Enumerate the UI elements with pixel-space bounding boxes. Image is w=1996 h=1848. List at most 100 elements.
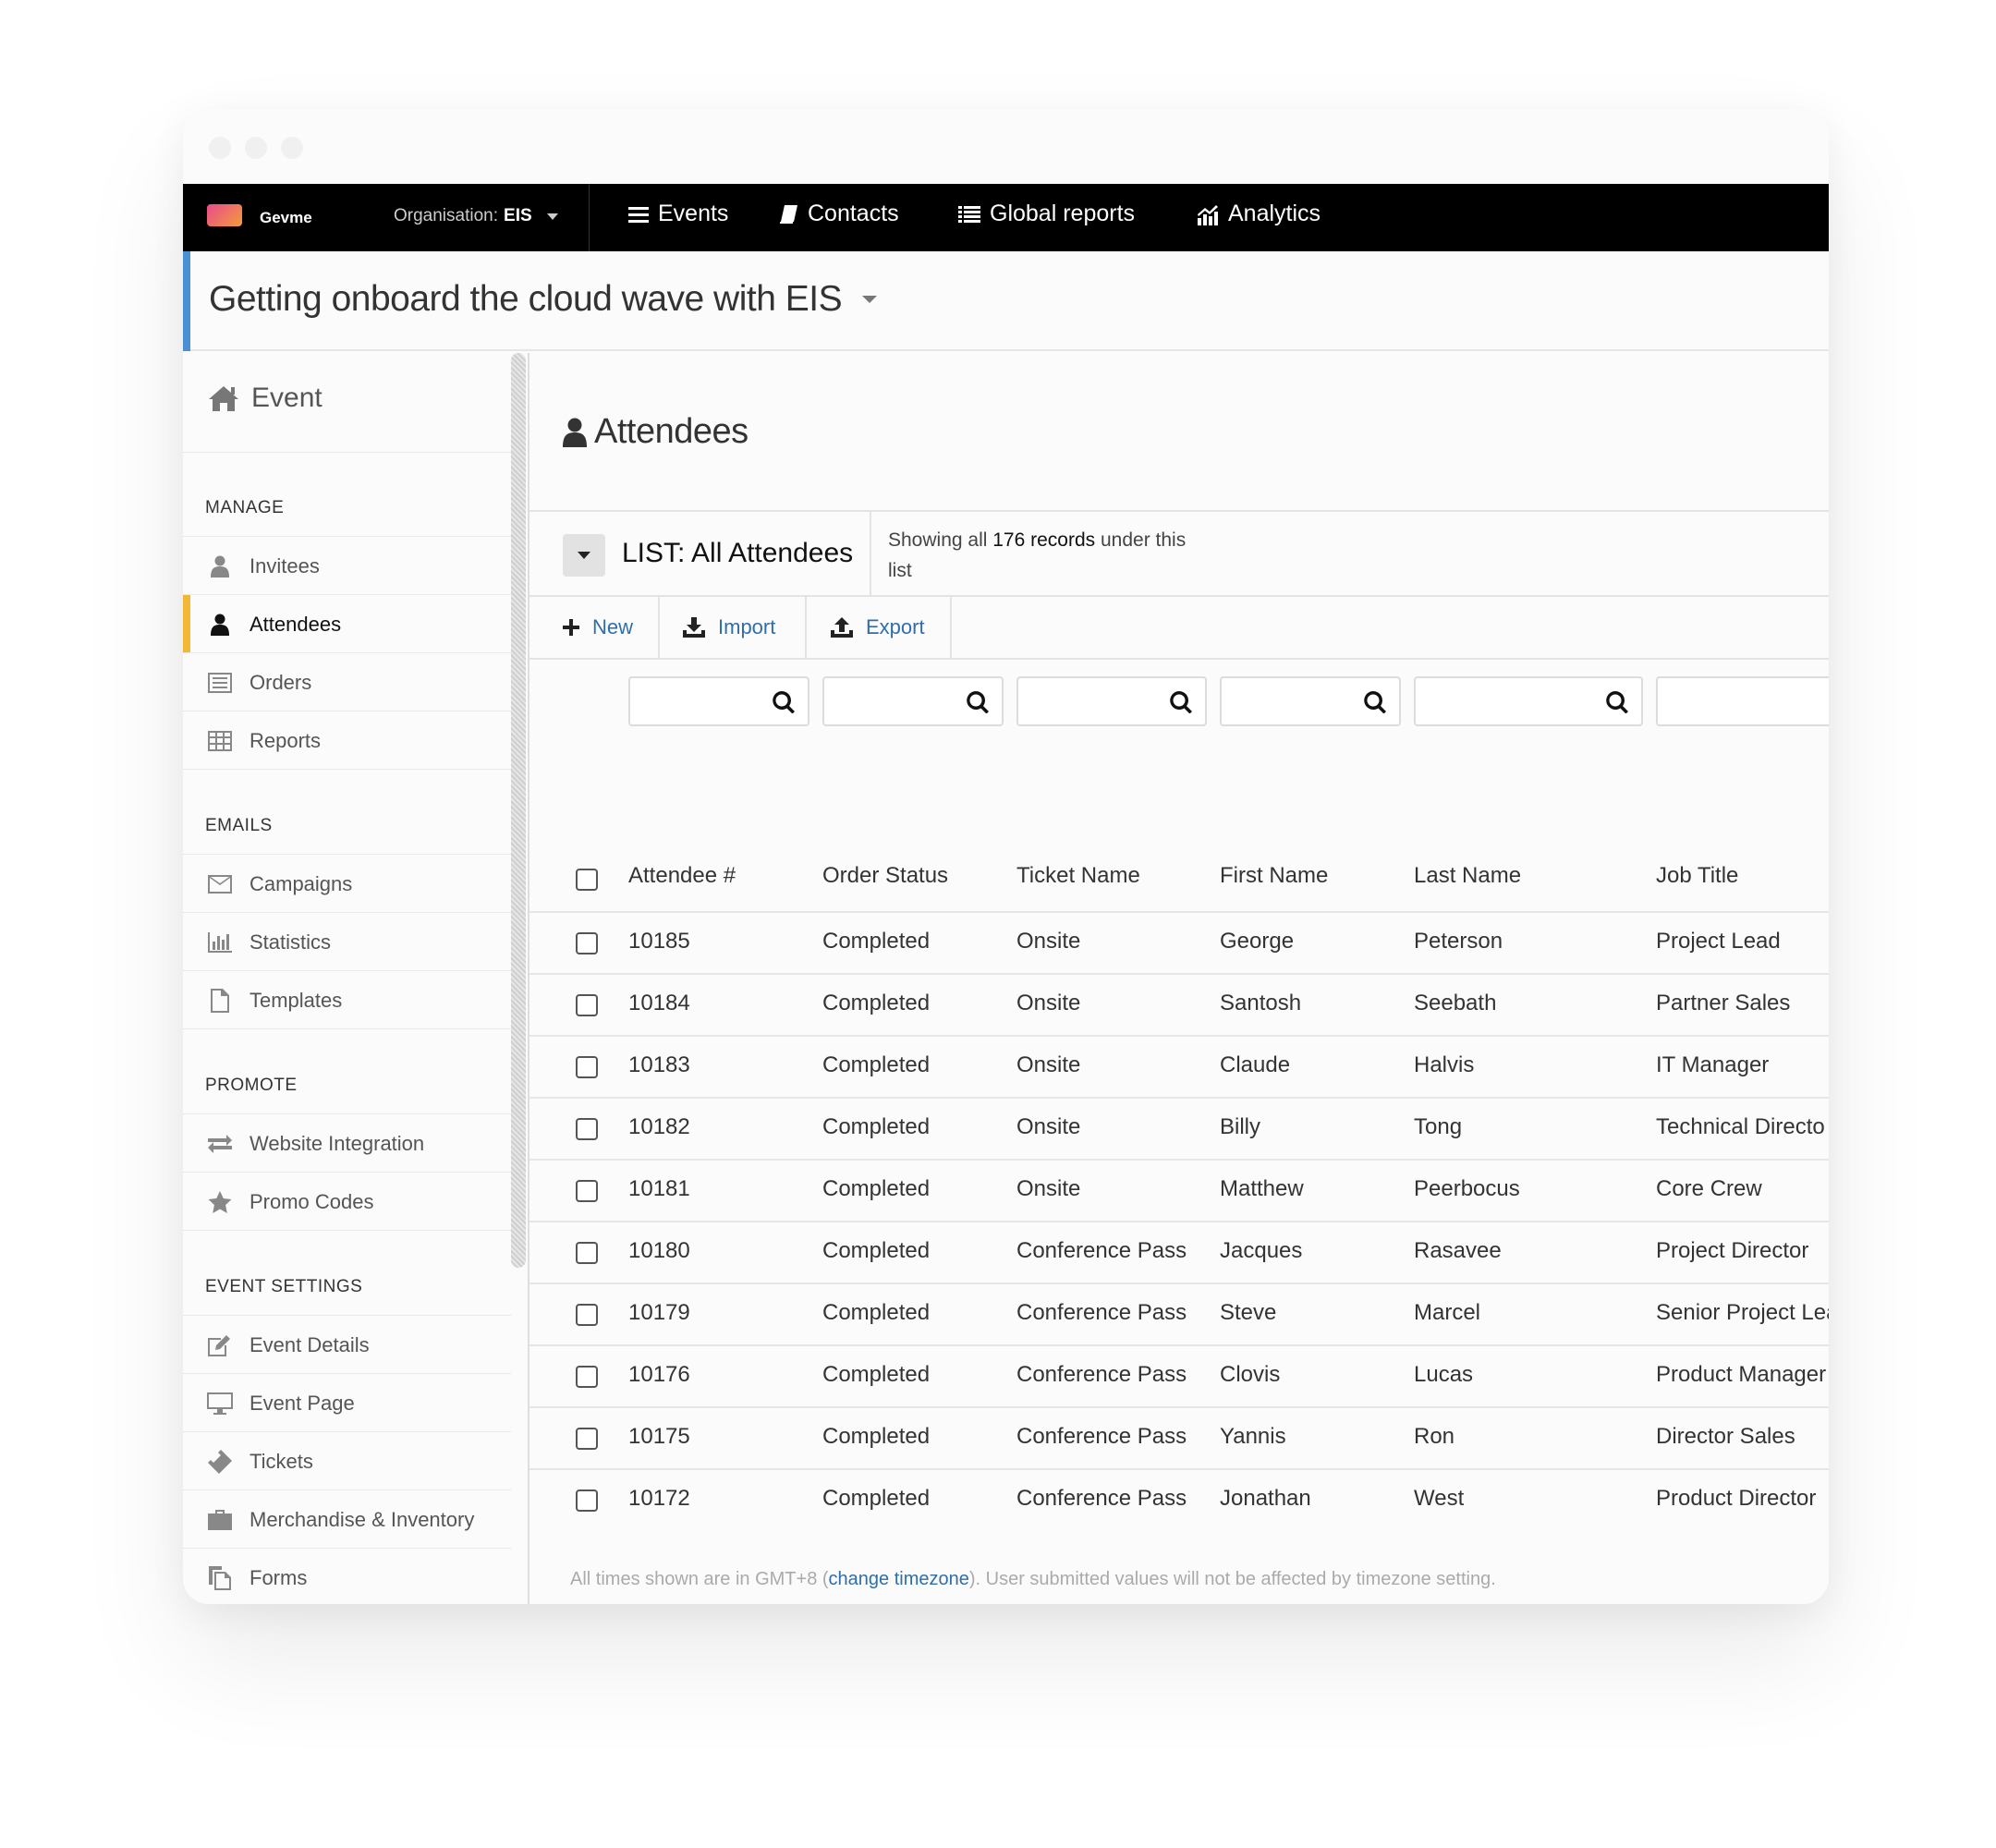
- change-timezone-link[interactable]: change timezone: [829, 1569, 969, 1589]
- column-header-ticket-name[interactable]: Ticket Name: [1016, 863, 1140, 889]
- divider: [870, 512, 871, 597]
- table-row[interactable]: 10180 Completed Conference Pass Jacques Rasa…: [529, 1222, 1829, 1284]
- row-checkbox[interactable]: [576, 994, 598, 1016]
- sidebar-item-invitees[interactable]: Invitees: [183, 537, 511, 595]
- cell-attendee[interactable]: 10184: [628, 991, 690, 1016]
- import-button[interactable]: Import: [683, 597, 775, 658]
- column-header-first-name[interactable]: First Name: [1220, 863, 1328, 889]
- row-checkbox[interactable]: [576, 1180, 598, 1202]
- sidebar: Event MANAGE Invitees Attendees Orders R…: [183, 353, 529, 1604]
- gevme-logo[interactable]: [207, 204, 242, 226]
- exchange-icon: [208, 1134, 232, 1153]
- select-all-checkbox[interactable]: [576, 869, 598, 891]
- cell-attendee[interactable]: 10182: [628, 1114, 690, 1140]
- briefcase-icon: [208, 1509, 232, 1530]
- sidebar-item-event-details[interactable]: Event Details: [183, 1316, 511, 1374]
- export-button[interactable]: Export: [831, 597, 925, 658]
- column-header-job-title[interactable]: Job Title: [1656, 863, 1738, 889]
- brand-name[interactable]: Gevme: [260, 209, 312, 227]
- row-checkbox[interactable]: [576, 932, 598, 954]
- search-icon: [1606, 691, 1628, 713]
- cell-ticket-name: Onsite: [1016, 1114, 1081, 1139]
- table-row[interactable]: 10175 Completed Conference Pass Yannis Ron Di…: [529, 1407, 1829, 1470]
- table-row[interactable]: 10183 Completed Onsite Claude Halvis IT Manag…: [529, 1036, 1829, 1099]
- download-icon: [683, 617, 705, 638]
- filter-last-name-input[interactable]: [1414, 676, 1643, 726]
- cell-attendee[interactable]: 10183: [628, 1052, 690, 1078]
- cell-attendee[interactable]: 10172: [628, 1486, 690, 1512]
- window-maximize-dot[interactable]: [281, 137, 303, 159]
- row-checkbox[interactable]: [576, 1489, 598, 1512]
- cell-attendee[interactable]: 10181: [628, 1176, 690, 1202]
- table-row[interactable]: 10182 Completed Onsite Billy Tong Technical D…: [529, 1098, 1829, 1161]
- filter-ticket-name-input[interactable]: [1016, 676, 1207, 726]
- nav-analytics[interactable]: Analytics: [1197, 201, 1321, 227]
- cell-last-name: Marcel: [1414, 1300, 1481, 1325]
- sidebar-scrollbar[interactable]: [511, 353, 526, 1268]
- cell-first-name: Jacques: [1220, 1238, 1303, 1263]
- filter-first-name-input[interactable]: [1220, 676, 1401, 726]
- cell-attendee[interactable]: 10176: [628, 1362, 690, 1388]
- nav-contacts[interactable]: Contacts: [780, 201, 899, 227]
- sidebar-item-forms[interactable]: Forms: [183, 1549, 511, 1604]
- timezone-note: All times shown are in GMT+8 (change tim…: [570, 1569, 1496, 1590]
- book-icon: [780, 204, 797, 224]
- cell-attendee[interactable]: 10175: [628, 1424, 690, 1450]
- cell-order-status: Completed: [822, 1176, 931, 1201]
- filter-attendee-input[interactable]: [628, 676, 809, 726]
- sidebar-item-promo-codes[interactable]: Promo Codes: [183, 1173, 511, 1231]
- window-close-dot[interactable]: [209, 137, 231, 159]
- sidebar-item-event-page[interactable]: Event Page: [183, 1374, 511, 1432]
- sidebar-item-orders[interactable]: Orders: [183, 653, 511, 711]
- filter-order-status-input[interactable]: [822, 676, 1004, 726]
- cell-first-name: Clovis: [1220, 1362, 1281, 1387]
- nav-global-reports[interactable]: Global reports: [958, 201, 1135, 227]
- table-row[interactable]: 10184 Completed Onsite Santosh Seebath Partne…: [529, 974, 1829, 1037]
- cell-attendee[interactable]: 10179: [628, 1300, 690, 1326]
- sidebar-item-campaigns[interactable]: Campaigns: [183, 855, 511, 913]
- timezone-note-suffix: ). User submitted values will not be aff…: [968, 1569, 1496, 1589]
- sidebar-item-merchandise[interactable]: Merchandise & Inventory: [183, 1490, 511, 1549]
- plus-icon: [563, 619, 579, 636]
- cell-job-title: Project Director: [1656, 1238, 1809, 1263]
- table-row[interactable]: 10185 Completed Onsite George Peterson Projec…: [529, 912, 1829, 975]
- sidebar-item-attendees[interactable]: Attendees: [183, 595, 511, 653]
- cell-ticket-name: Conference Pass: [1016, 1486, 1187, 1511]
- column-header-attendee[interactable]: Attendee #: [628, 863, 736, 889]
- nav-contacts-label: Contacts: [808, 201, 899, 226]
- table-row[interactable]: 10176 Completed Conference Pass Clovis Lucas…: [529, 1345, 1829, 1408]
- cell-job-title: Director Sales: [1656, 1424, 1795, 1449]
- nav-events[interactable]: Events: [628, 201, 728, 227]
- list-name[interactable]: LIST: All Attendees: [622, 538, 853, 569]
- table-row[interactable]: 10181 Completed Onsite Matthew Peerbocus Core…: [529, 1160, 1829, 1222]
- cell-order-status: Completed: [822, 1238, 931, 1263]
- window-minimize-dot[interactable]: [245, 137, 267, 159]
- cell-attendee[interactable]: 10180: [628, 1238, 690, 1264]
- list-dropdown-button[interactable]: [563, 534, 605, 577]
- new-button[interactable]: New: [563, 597, 633, 658]
- cell-attendee[interactable]: 10185: [628, 929, 690, 954]
- row-checkbox[interactable]: [576, 1428, 598, 1450]
- filter-job-title-input[interactable]: [1656, 676, 1829, 726]
- event-selector[interactable]: Getting onboard the cloud wave with EIS: [209, 279, 878, 320]
- home-icon: [209, 386, 238, 411]
- row-checkbox[interactable]: [576, 1056, 598, 1078]
- row-checkbox[interactable]: [576, 1366, 598, 1388]
- column-header-last-name[interactable]: Last Name: [1414, 863, 1521, 889]
- row-checkbox[interactable]: [576, 1304, 598, 1326]
- sidebar-item-tickets[interactable]: Tickets: [183, 1432, 511, 1490]
- divider: [183, 1028, 511, 1029]
- table-row[interactable]: 10179 Completed Conference Pass Steve Marcel…: [529, 1283, 1829, 1346]
- column-header-order-status[interactable]: Order Status: [822, 863, 948, 889]
- table-row[interactable]: 10172 Completed Conference Pass Jonathan Wes…: [529, 1469, 1829, 1531]
- sidebar-item-website-integration[interactable]: Website Integration: [183, 1114, 511, 1173]
- sidebar-item-statistics[interactable]: Statistics: [183, 913, 511, 971]
- sidebar-event-home[interactable]: Event: [207, 383, 323, 414]
- row-checkbox[interactable]: [576, 1118, 598, 1140]
- sidebar-item-reports[interactable]: Reports: [183, 711, 511, 770]
- upload-icon: [831, 617, 853, 638]
- sidebar-item-templates[interactable]: Templates: [183, 971, 511, 1029]
- row-checkbox[interactable]: [576, 1242, 598, 1264]
- cell-first-name: Matthew: [1220, 1176, 1304, 1201]
- organisation-selector[interactable]: Organisation: EIS: [394, 206, 558, 226]
